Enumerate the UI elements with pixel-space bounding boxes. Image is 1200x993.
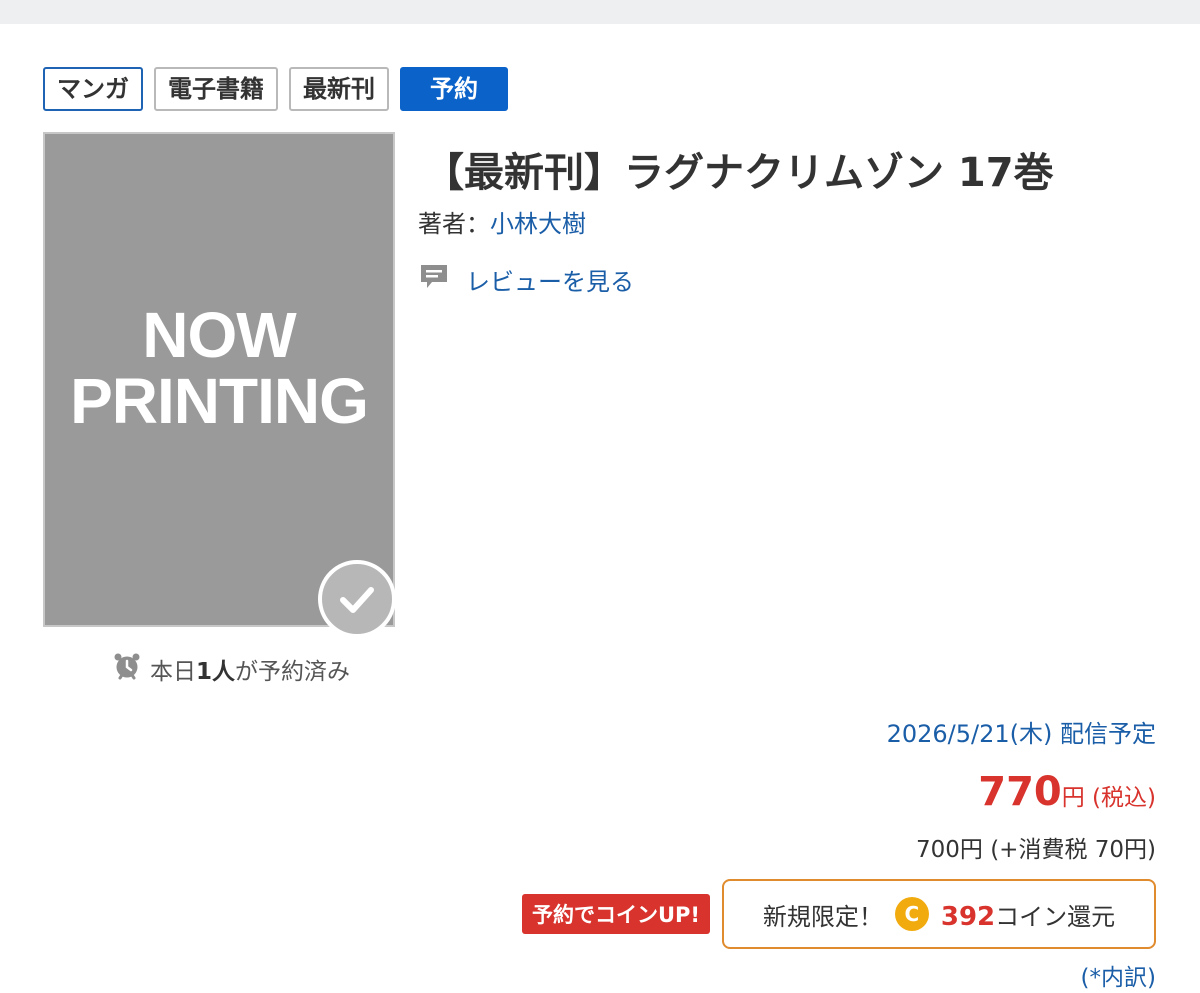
- check-icon[interactable]: [318, 560, 396, 638]
- coin-suffix: コイン還元: [995, 902, 1116, 931]
- book-cover[interactable]: NOW PRINTING: [43, 132, 395, 627]
- review-link-label[interactable]: レビューを見る: [466, 262, 634, 297]
- tag-manga[interactable]: マンガ: [43, 67, 143, 111]
- coin-amount: 392: [940, 901, 996, 932]
- alarm-clock-icon: [112, 651, 142, 687]
- cover-placeholder-text: NOW PRINTING: [45, 302, 393, 434]
- cover-placeholder-line2: PRINTING: [70, 365, 369, 437]
- reserved-number: 1人: [196, 659, 236, 685]
- comment-icon: [418, 260, 450, 298]
- price-breakdown: 700円 (+消費税 70円): [915, 837, 1156, 863]
- top-bar: [0, 0, 1200, 24]
- author-label: 著者：: [418, 210, 490, 238]
- author-line: 著者：小林大樹: [418, 204, 586, 239]
- price-value: 770: [978, 769, 1062, 815]
- price-tax-label: (税込): [1092, 785, 1156, 811]
- tag-reserve[interactable]: 予約: [400, 67, 508, 111]
- coin-up-badge: 予約でコインUP!: [521, 894, 710, 934]
- cover-placeholder-line1: NOW: [142, 299, 296, 371]
- coin-row: 予約でコインUP! 新規限定！ C 392コイン還元: [521, 879, 1156, 949]
- product-title: 【最新刊】ラグナクリムゾン 17巻: [424, 150, 1054, 196]
- tag-list: マンガ 電子書籍 最新刊 予約: [43, 67, 508, 111]
- coin-icon: C: [894, 897, 929, 931]
- price-unit: 円: [1061, 785, 1085, 811]
- release-date: 2026/5/21(木) 配信予定: [886, 720, 1156, 748]
- coin-reward-box: 新規限定！ C 392コイン還元: [722, 879, 1156, 949]
- reserved-text: 本日1人が予約済み: [150, 659, 351, 685]
- reserved-count: 本日1人が予約済み: [112, 651, 350, 687]
- price: 770円 (税込): [978, 769, 1156, 815]
- coin-prefix: 新規限定！: [762, 902, 883, 931]
- review-link[interactable]: レビューを見る: [418, 260, 634, 298]
- tag-latest[interactable]: 最新刊: [289, 67, 389, 111]
- breakdown-detail-link[interactable]: (*内訳): [1081, 958, 1156, 992]
- author-link[interactable]: 小林大樹: [490, 210, 586, 238]
- tag-ebook[interactable]: 電子書籍: [154, 67, 278, 111]
